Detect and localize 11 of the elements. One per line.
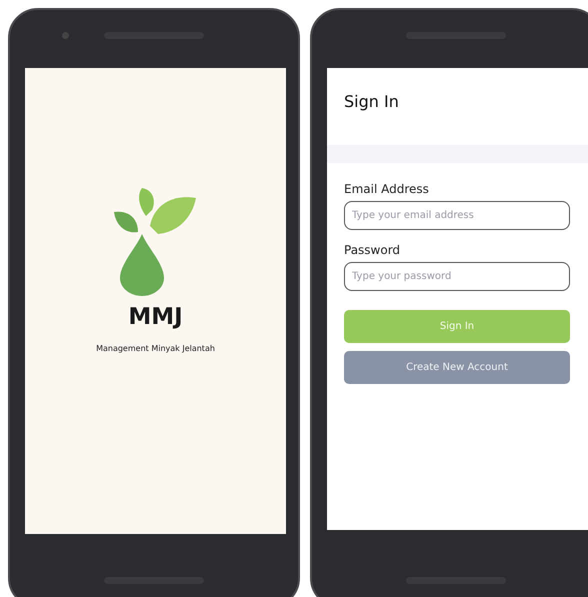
- app-tagline: Management Minyak Jelantah: [96, 344, 215, 353]
- sign-in-button[interactable]: Sign In: [344, 310, 570, 343]
- app-name: MMJ: [128, 304, 183, 330]
- create-account-button[interactable]: Create New Account: [344, 351, 570, 384]
- field-label: Password: [344, 243, 402, 257]
- camera-icon: [62, 32, 69, 39]
- field-label: Email Address: [344, 182, 430, 196]
- input-field[interactable]: Type your password: [344, 262, 570, 291]
- screen-title: Sign In: [344, 92, 400, 111]
- leaf-drop-logo-icon: [114, 186, 198, 296]
- input-field[interactable]: Type your email address: [344, 201, 570, 230]
